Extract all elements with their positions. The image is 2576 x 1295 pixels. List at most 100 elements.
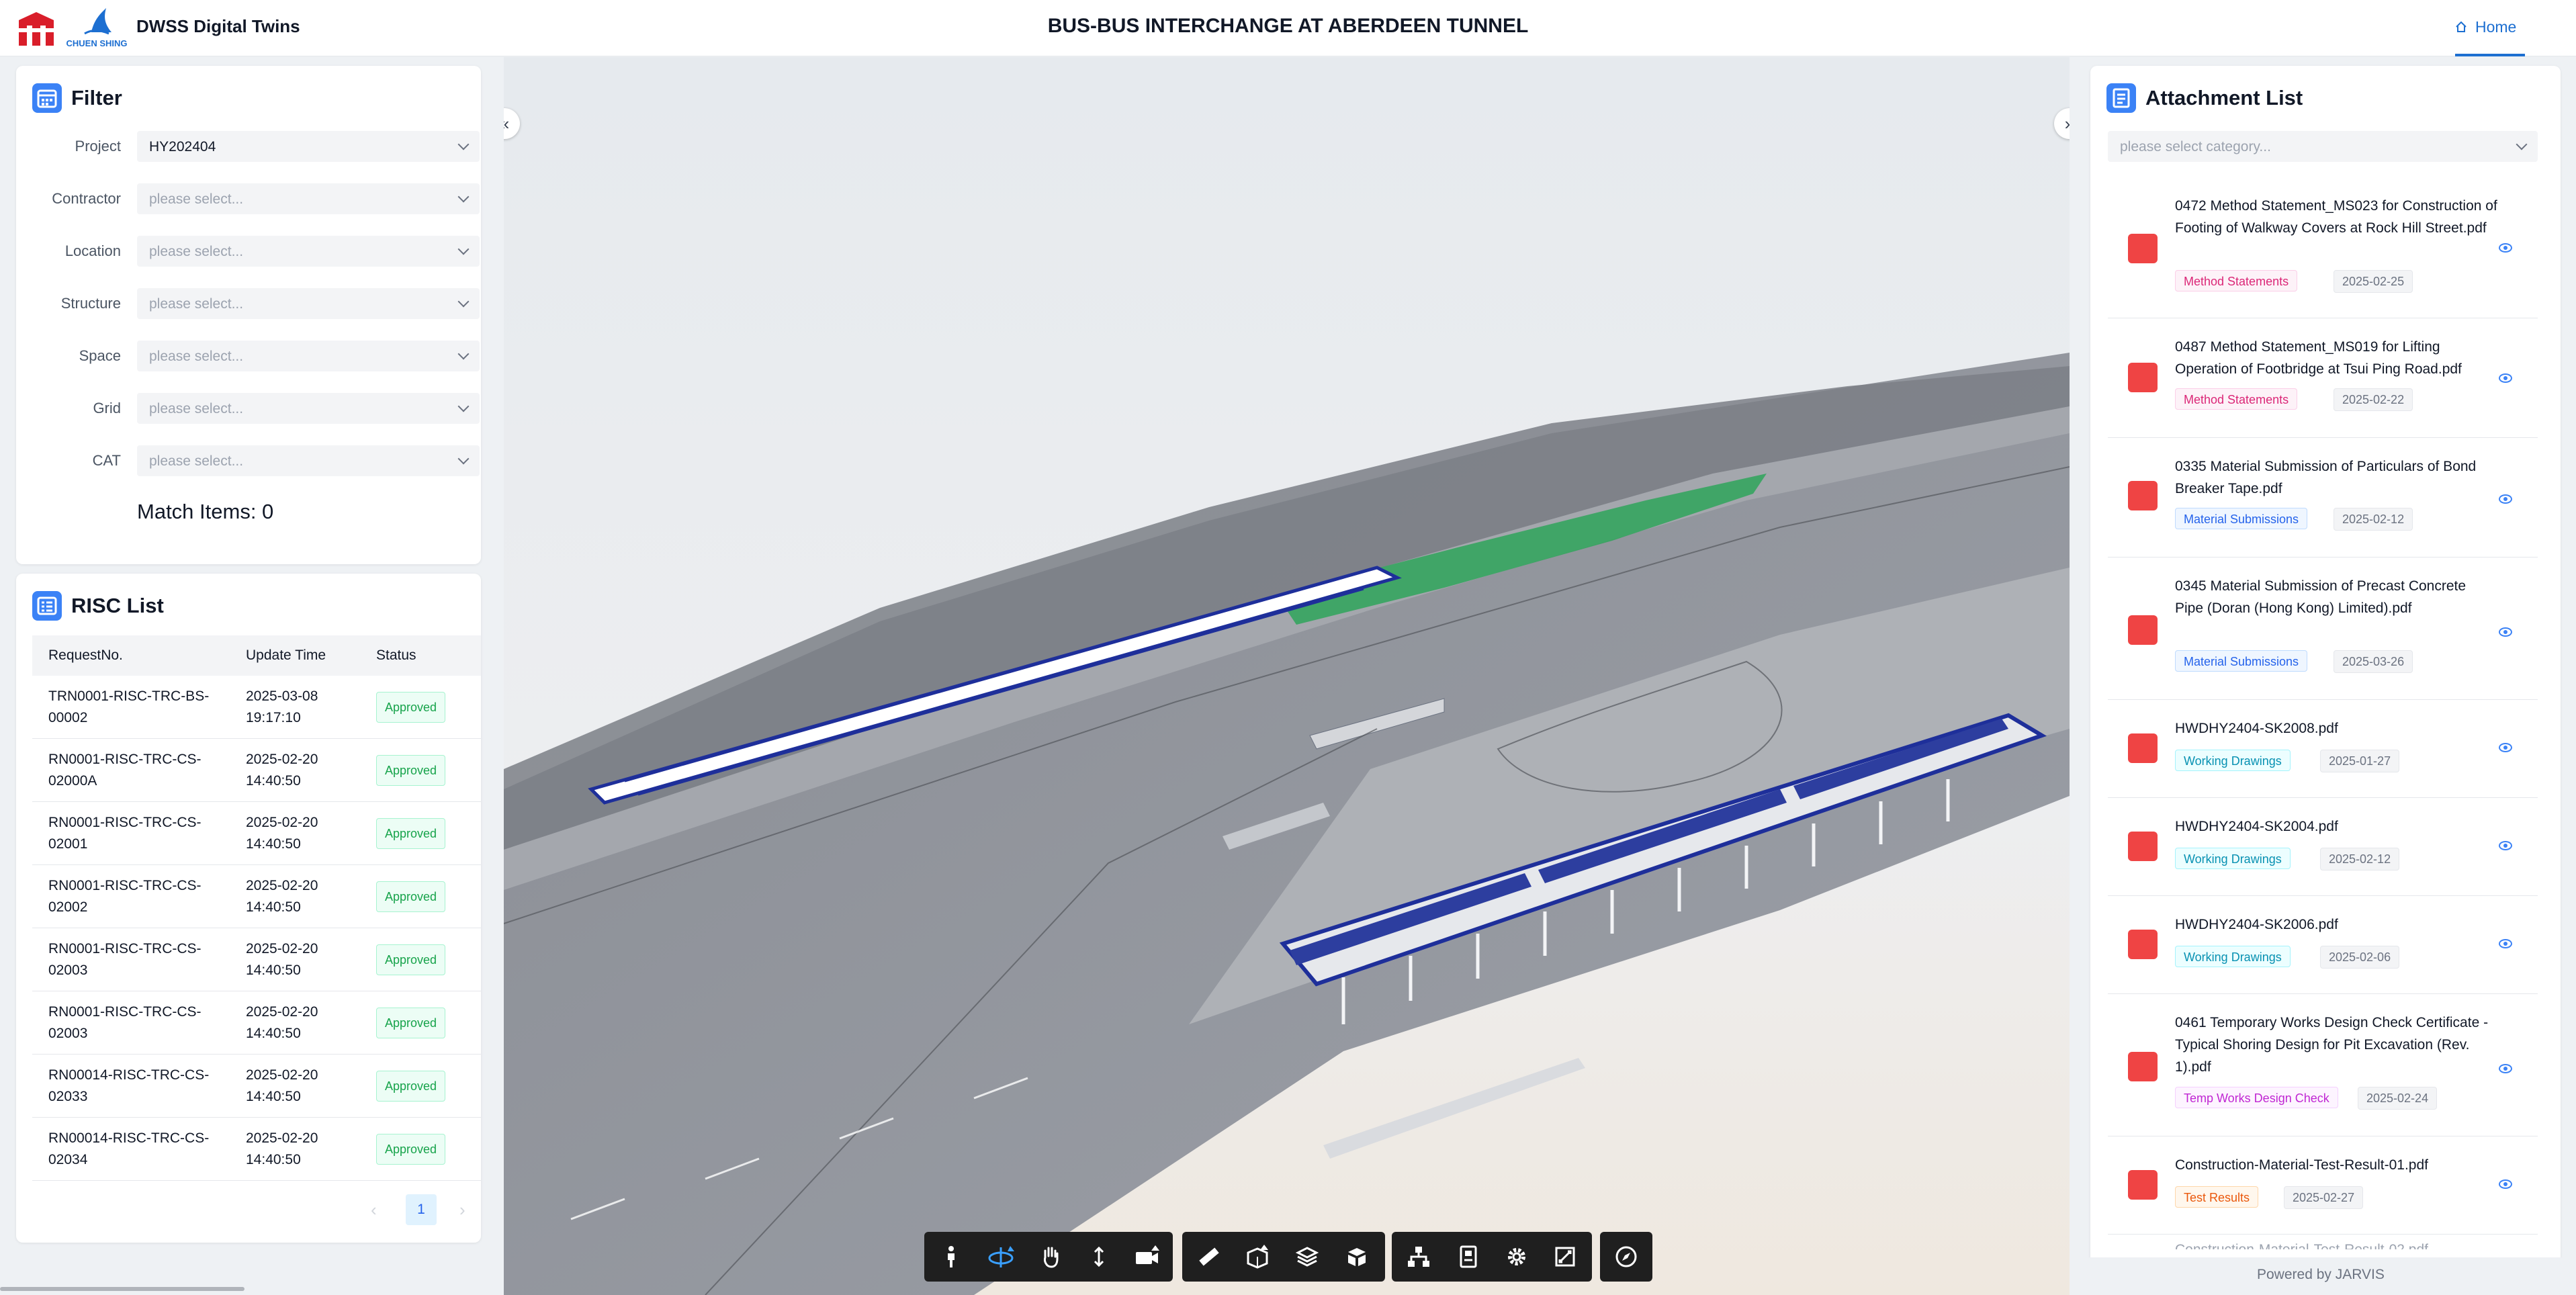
filter-space-label: Space	[79, 347, 121, 364]
category-tag: Material Submissions	[2175, 650, 2308, 672]
settings-gear-icon	[1508, 1248, 1525, 1265]
table-row[interactable]: RN0001-RISC-TRC-CS-02001 2025-02-20 14:40…	[32, 801, 481, 865]
view-eye-icon[interactable]	[2499, 373, 2512, 383]
prev-page-button[interactable]: ‹	[371, 1200, 377, 1220]
status-badge: Approved	[376, 1007, 446, 1038]
structure-select[interactable]: please select...	[137, 288, 480, 319]
page-1-button[interactable]: 1	[406, 1194, 437, 1225]
filter-contractor-row: Contractor please select...	[16, 183, 497, 214]
list-item[interactable]: 0472 Method Statement_MS023 for Construc…	[2108, 175, 2538, 318]
grid-select[interactable]: please select...	[137, 393, 480, 424]
model-viewport[interactable]: « »	[504, 57, 2070, 1295]
pdf-icon	[2128, 1052, 2158, 1081]
pdf-icon	[2128, 1170, 2158, 1200]
fullscreen-button[interactable]	[1541, 1232, 1589, 1282]
list-item[interactable]: 0461 Temporary Works Design Check Certif…	[2108, 994, 2538, 1136]
cat-select[interactable]: please select...	[137, 445, 480, 476]
column-header-request[interactable]: RequestNo.	[32, 635, 230, 676]
location-select[interactable]: please select...	[137, 236, 480, 267]
view-eye-icon[interactable]	[2499, 939, 2512, 948]
space-select[interactable]: please select...	[137, 341, 480, 371]
compass-button[interactable]	[1602, 1232, 1650, 1282]
list-item[interactable]: 0345 Material Submission of Precast Conc…	[2108, 557, 2538, 700]
model-tree-button[interactable]	[1394, 1232, 1443, 1282]
horizontal-scrollbar[interactable]	[0, 1287, 245, 1291]
request-no-cell: RN0001-RISC-TRC-CS-02000A	[32, 738, 230, 802]
nav-home-label: Home	[2475, 17, 2517, 36]
elevation-button[interactable]	[1075, 1232, 1123, 1282]
view-eye-icon[interactable]	[2499, 1179, 2512, 1189]
table-row[interactable]: RN0001-RISC-TRC-CS-02000A 2025-02-20 14:4…	[32, 738, 481, 802]
list-item[interactable]: HWDHY2404-SK2008.pdf Working Drawings 20…	[2108, 700, 2538, 798]
walk-mode-button[interactable]	[927, 1232, 975, 1282]
filter-location-row: Location please select...	[16, 236, 497, 267]
request-no-cell: RN0001-RISC-TRC-CS-02002	[32, 864, 230, 928]
column-header-status[interactable]: Status	[360, 635, 481, 676]
status-badge: Approved	[376, 1133, 446, 1165]
table-row[interactable]: TRN0001-RISC-TRC-BS-00002 2025-03-08 19:1…	[32, 676, 481, 739]
fullscreen-icon	[1555, 1247, 1575, 1267]
camera-button[interactable]	[1123, 1232, 1171, 1282]
risc-list-panel: RISC List RequestNo. Update Time Status …	[16, 574, 481, 1243]
chevron-down-icon	[457, 348, 470, 360]
view-eye-icon[interactable]	[2499, 743, 2512, 752]
contractor-select[interactable]: please select...	[137, 183, 480, 214]
match-items-count: Match Items: 0	[137, 500, 274, 523]
attachment-list[interactable]: 0472 Method Statement_MS023 for Construc…	[2108, 175, 2538, 1249]
view-eye-icon[interactable]	[2499, 841, 2512, 850]
bim-3d-scene[interactable]	[504, 57, 2070, 1295]
measure-button[interactable]	[1185, 1232, 1233, 1282]
view-eye-icon[interactable]	[2499, 627, 2512, 637]
measure-ruler-icon	[1199, 1247, 1219, 1266]
section-box-button[interactable]	[1233, 1232, 1282, 1282]
table-row[interactable]: RN00014-RISC-TRC-CS-02034 2025-02-20 14:4…	[32, 1117, 481, 1181]
pdf-icon	[2128, 832, 2158, 861]
list-item[interactable]: HWDHY2404-SK2004.pdf Working Drawings 20…	[2108, 798, 2538, 896]
explode-model-button[interactable]	[1333, 1232, 1381, 1282]
list-icon	[32, 591, 62, 621]
update-time-cell: 2025-03-08 19:17:10	[230, 676, 360, 739]
attachment-title-text: Attachment List	[2145, 86, 2303, 109]
filter-title-text: Filter	[71, 86, 122, 109]
next-page-button[interactable]: ›	[459, 1200, 465, 1220]
filter-cat-row: CAT please select...	[16, 445, 497, 476]
date-tag: 2025-02-24	[2358, 1087, 2438, 1110]
attachment-name: HWDHY2404-SK2006.pdf	[2175, 917, 2338, 932]
list-item[interactable]: Construction-Material-Test-Result-02.pdf	[2108, 1235, 2538, 1249]
list-item[interactable]: 0335 Material Submission of Particulars …	[2108, 438, 2538, 557]
filter-contractor-label: Contractor	[52, 190, 121, 207]
category-select[interactable]: please select category...	[2108, 131, 2538, 162]
filter-cat-label: CAT	[92, 452, 121, 469]
table-row[interactable]: RN00014-RISC-TRC-CS-02033 2025-02-20 14:4…	[32, 1054, 481, 1118]
orbit-icon	[988, 1246, 1014, 1267]
nav-home-link[interactable]: Home	[2455, 0, 2525, 56]
list-item[interactable]: HWDHY2404-SK2006.pdf Working Drawings 20…	[2108, 896, 2538, 994]
list-item[interactable]: 0487 Method Statement_MS019 for Lifting …	[2108, 318, 2538, 438]
view-eye-icon[interactable]	[2499, 1064, 2512, 1073]
pagination: ‹ 1 ›	[359, 1194, 480, 1225]
update-time-cell: 2025-02-20 14:40:50	[230, 1054, 360, 1118]
orbit-button[interactable]	[977, 1232, 1025, 1282]
table-row[interactable]: RN0001-RISC-TRC-CS-02003 2025-02-20 14:40…	[32, 928, 481, 991]
list-item[interactable]: Construction-Material-Test-Result-01.pdf…	[2108, 1136, 2538, 1235]
view-eye-icon[interactable]	[2499, 494, 2512, 504]
column-header-update-time[interactable]: Update Time	[230, 635, 360, 676]
properties-button[interactable]	[1444, 1232, 1493, 1282]
table-row[interactable]: RN0001-RISC-TRC-CS-02002 2025-02-20 14:40…	[32, 864, 481, 928]
layers-button[interactable]	[1283, 1232, 1331, 1282]
project-select[interactable]: HY202404	[137, 131, 480, 162]
filter-structure-row: Structure please select...	[16, 288, 497, 319]
elevation-icon	[1094, 1246, 1104, 1267]
chevron-down-icon	[457, 296, 470, 308]
chevron-down-icon	[2516, 138, 2528, 150]
update-time-cell: 2025-02-20 14:40:50	[230, 801, 360, 865]
view-eye-icon[interactable]	[2499, 243, 2512, 253]
pdf-icon	[2128, 733, 2158, 763]
settings-button[interactable]	[1493, 1232, 1541, 1282]
chevron-down-icon	[457, 191, 470, 203]
walk-person-icon	[948, 1246, 954, 1267]
pdf-icon	[2128, 363, 2158, 392]
category-tag: Working Drawings	[2175, 750, 2291, 771]
table-row[interactable]: RN0001-RISC-TRC-CS-02003 2025-02-20 14:40…	[32, 991, 481, 1055]
pan-button[interactable]	[1026, 1232, 1075, 1282]
